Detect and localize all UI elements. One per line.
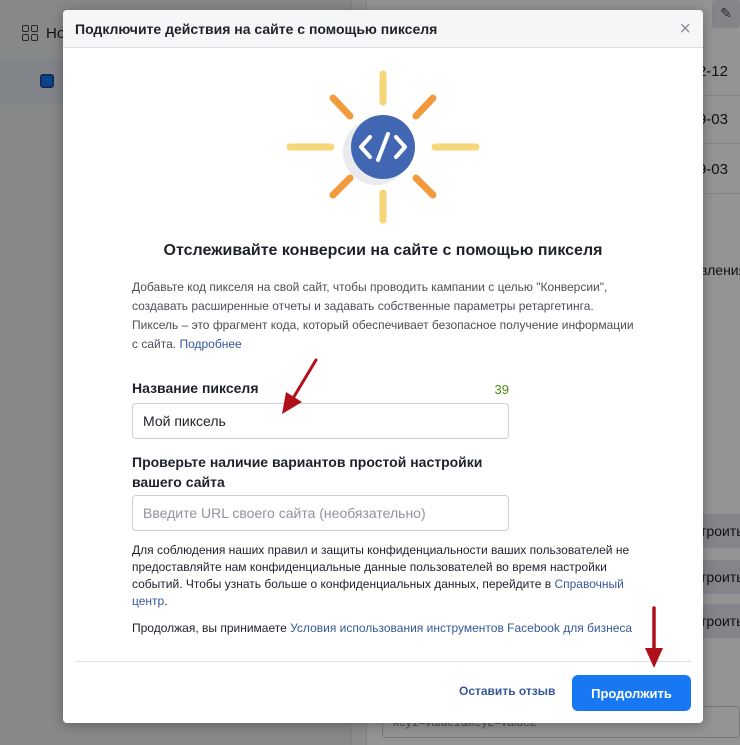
- learn-more-link[interactable]: Подробнее: [179, 337, 241, 351]
- site-url-input[interactable]: [132, 495, 509, 531]
- char-counter: 39: [494, 382, 509, 397]
- pixel-setup-dialog: Подключите действия на сайте с помощью п…: [63, 10, 703, 723]
- terms-prefix: Продолжая, вы принимаете: [132, 621, 287, 635]
- ray-top-right: [412, 94, 437, 120]
- pixel-description: Добавьте код пикселя на свой сайт, чтобы…: [132, 278, 642, 354]
- continue-button[interactable]: Продолжить: [572, 675, 691, 711]
- annotation-arrow-icon: [282, 358, 318, 414]
- dialog-title: Подключите действия на сайте с помощью п…: [75, 20, 438, 37]
- pixel-illustration: [63, 48, 703, 238]
- close-icon[interactable]: ×: [679, 19, 691, 39]
- sunburst-code-icon: [286, 70, 480, 224]
- dialog-headline: Отслеживайте конверсии на сайте с помощь…: [163, 242, 603, 259]
- feedback-button[interactable]: Оставить отзыв: [459, 684, 555, 698]
- terms-link[interactable]: Условия использования инструментов Faceb…: [290, 621, 632, 635]
- privacy-notice: Для соблюдения наших правил и защиты кон…: [132, 542, 632, 610]
- period: .: [164, 594, 168, 608]
- site-check-label: Проверьте наличие вариантов простой наст…: [132, 454, 483, 490]
- ray-bottom-right: [412, 174, 437, 199]
- footer-divider: [75, 661, 691, 662]
- annotation-arrow-icon: [645, 606, 663, 668]
- ray-bottom-left: [329, 174, 354, 199]
- ray-top-left: [329, 94, 354, 120]
- terms-line: Продолжая, вы принимаете Условия использ…: [132, 621, 652, 635]
- pixel-name-label: Название пикселя: [132, 380, 259, 396]
- dialog-header: Подключите действия на сайте с помощью п…: [63, 10, 703, 48]
